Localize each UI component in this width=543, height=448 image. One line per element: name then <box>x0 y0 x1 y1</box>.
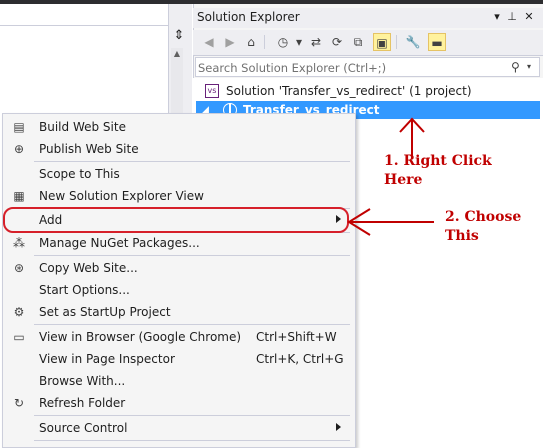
menu-item-manage-nuget[interactable]: ⁂ Manage NuGet Packages... <box>3 232 353 254</box>
menu-item-view-in-page-inspector[interactable]: View in Page Inspector Ctrl+K, Ctrl+G <box>3 348 353 370</box>
menu-item-label: Browse With... <box>39 374 126 388</box>
add-highlight-box <box>3 207 349 233</box>
menu-item-label: View in Browser (Google Chrome) <box>39 330 242 344</box>
refresh-view-icon[interactable]: ⟳ <box>328 33 346 51</box>
back-icon[interactable]: ◀ <box>200 33 218 51</box>
solution-icon: vs <box>205 84 219 98</box>
menu-item-label: Refresh Folder <box>39 396 126 410</box>
menu-item-new-solution-explorer-view[interactable]: ▦ New Solution Explorer View <box>3 185 353 207</box>
forward-icon[interactable]: ▶ <box>221 33 239 51</box>
annotation-choose: 2. Choose <box>445 209 522 225</box>
menu-item-label: Source Control <box>39 421 128 435</box>
menu-separator <box>34 440 350 441</box>
search-icon[interactable]: ⚲ <box>511 59 525 75</box>
pin-icon[interactable]: ⊥ <box>505 10 519 24</box>
menu-item-label: Scope to This <box>39 167 120 181</box>
menu-item-label: Copy Web Site... <box>39 261 138 275</box>
preview-icon[interactable]: ▬ <box>428 33 446 51</box>
menu-item-copy-web-site[interactable]: ⊛ Copy Web Site... <box>3 257 353 279</box>
window-dropdown-icon[interactable]: ▾ <box>490 10 504 24</box>
copy-web-icon: ⊛ <box>13 261 25 275</box>
publish-icon: ⊕ <box>13 142 25 156</box>
menu-item-label: Build Web Site <box>39 120 126 134</box>
sync-icon[interactable]: ⇄ <box>307 33 325 51</box>
annotation-right-click: 1. Right Click <box>384 153 492 169</box>
toolbar-separator <box>264 35 265 49</box>
gear-icon: ⚙ <box>13 305 25 319</box>
search-input[interactable] <box>198 60 498 76</box>
new-view-icon: ▦ <box>13 189 25 203</box>
annotation-this: This <box>445 228 479 244</box>
menu-item-build-web-site[interactable]: ▤ Build Web Site <box>3 116 353 138</box>
left-arrow-annotation <box>347 208 434 236</box>
close-icon[interactable]: ✕ <box>522 10 536 24</box>
split-icon[interactable]: ⇕ <box>172 28 186 44</box>
menu-separator <box>34 324 350 325</box>
collapse-all-icon[interactable]: ⧉ <box>349 33 367 51</box>
annotation-here: Here <box>384 172 423 188</box>
menu-separator <box>34 415 350 416</box>
solution-explorer-title: Solution Explorer <box>197 10 300 24</box>
toolbar-separator <box>396 35 397 49</box>
menu-item-shortcut: Ctrl+K, Ctrl+G <box>256 352 344 366</box>
menu-item-publish-web-site[interactable]: ⊕ Publish Web Site <box>3 138 353 160</box>
menu-item-browse-with[interactable]: Browse With... <box>3 370 353 392</box>
menu-item-label: Set as StartUp Project <box>39 305 171 319</box>
show-all-files-icon[interactable]: ▣ <box>373 33 391 51</box>
history-dropdown-icon[interactable]: ▾ <box>290 33 308 51</box>
home-icon[interactable]: ⌂ <box>242 33 260 51</box>
browser-icon: ▭ <box>13 330 25 344</box>
menu-item-start-options[interactable]: Start Options... <box>3 279 353 301</box>
scroll-up-arrow-icon[interactable]: ▲ <box>171 48 183 60</box>
nuget-icon: ⁂ <box>13 236 25 250</box>
menu-item-source-control[interactable]: Source Control <box>3 417 353 439</box>
menu-item-label: View in Page Inspector <box>39 352 175 366</box>
menu-item-refresh-folder[interactable]: ↻ Refresh Folder <box>3 392 353 414</box>
properties-icon[interactable]: 🔧 <box>404 33 422 51</box>
menu-item-scope-to-this[interactable]: Scope to This <box>3 163 353 185</box>
menu-separator <box>34 161 350 162</box>
menu-item-label: Start Options... <box>39 283 130 297</box>
menu-separator <box>34 255 350 256</box>
solution-label: Solution 'Transfer_vs_redirect' (1 proje… <box>226 84 472 98</box>
menu-item-set-startup-project[interactable]: ⚙ Set as StartUp Project <box>3 301 353 323</box>
menu-item-view-in-browser[interactable]: ▭ View in Browser (Google Chrome) Ctrl+S… <box>3 326 353 348</box>
menu-item-shortcut: Ctrl+Shift+W <box>256 330 337 344</box>
editor-tab-strip <box>0 4 168 26</box>
menu-item-label: New Solution Explorer View <box>39 189 204 203</box>
submenu-arrow-icon <box>336 423 341 431</box>
menu-item-label: Manage NuGet Packages... <box>39 236 200 250</box>
search-options-dropdown-icon[interactable]: ▾ <box>527 59 537 75</box>
build-icon: ▤ <box>13 120 25 134</box>
refresh-icon: ↻ <box>13 396 25 410</box>
menu-item-label: Publish Web Site <box>39 142 139 156</box>
